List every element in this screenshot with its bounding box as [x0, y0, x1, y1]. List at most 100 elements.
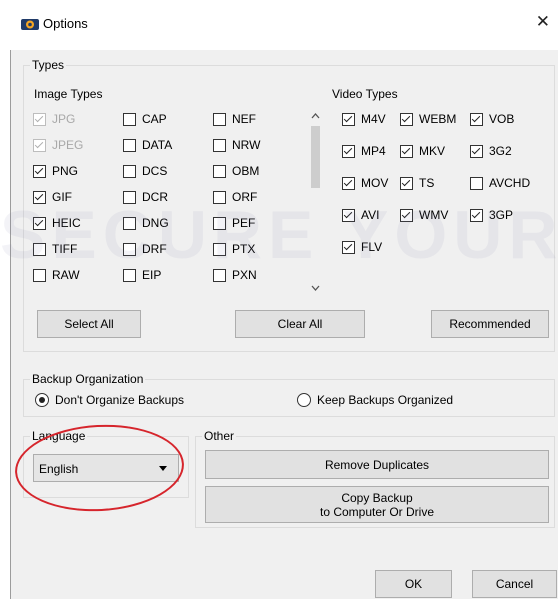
close-icon[interactable]: ✕: [536, 12, 550, 32]
image-type-checkbox[interactable]: PXN: [213, 267, 257, 283]
image-type-label: EIP: [142, 268, 162, 282]
checkbox-empty-icon: [123, 242, 136, 256]
video-type-label: WEBM: [419, 112, 457, 126]
image-type-checkbox: JPEG: [33, 137, 83, 153]
video-type-checkbox[interactable]: MP4: [342, 143, 386, 159]
checkbox-empty-icon: [470, 176, 483, 190]
other-label: Other: [202, 429, 237, 443]
image-type-label: DRF: [142, 242, 167, 256]
image-type-label: ORF: [232, 190, 258, 204]
image-type-checkbox: JPG: [33, 111, 75, 127]
video-type-checkbox[interactable]: AVCHD: [470, 175, 530, 191]
checkbox-empty-icon: [123, 216, 136, 230]
keep-organized-label: Keep Backups Organized: [317, 393, 454, 407]
video-type-label: M4V: [361, 112, 386, 126]
checkbox-empty-icon: [213, 138, 226, 152]
video-type-checkbox[interactable]: WMV: [400, 207, 448, 223]
checkbox-checked-icon: [33, 216, 46, 230]
checkbox-checked-icon: [33, 164, 46, 178]
copy-backup-line2: to Computer Or Drive: [319, 504, 435, 519]
checkbox-checked-icon: [342, 240, 355, 254]
image-types-scrollbar[interactable]: [309, 108, 322, 298]
image-type-checkbox[interactable]: OBM: [213, 163, 259, 179]
image-type-checkbox[interactable]: DATA: [123, 137, 172, 153]
keep-organized-radio[interactable]: Keep Backups Organized: [297, 393, 453, 407]
checkbox-checked-icon: [400, 112, 413, 126]
image-type-label: PNG: [52, 164, 79, 178]
video-type-checkbox[interactable]: MKV: [400, 143, 445, 159]
image-type-checkbox[interactable]: DCS: [123, 163, 167, 179]
checkbox-checked-icon: [33, 138, 46, 152]
dont-organize-radio[interactable]: Don't Organize Backups: [35, 393, 184, 407]
cancel-button[interactable]: Cancel: [472, 570, 557, 598]
video-type-label: 3G2: [489, 144, 512, 158]
scroll-down-icon: [311, 285, 320, 291]
image-type-checkbox[interactable]: PEF: [213, 215, 255, 231]
image-type-checkbox[interactable]: RAW: [33, 267, 80, 283]
checkbox-empty-icon: [123, 164, 136, 178]
image-type-label: OBM: [232, 164, 260, 178]
checkbox-empty-icon: [33, 268, 46, 282]
image-type-checkbox[interactable]: PTX: [213, 241, 255, 257]
image-type-checkbox[interactable]: ORF: [213, 189, 257, 205]
checkbox-checked-icon: [342, 112, 355, 126]
image-type-checkbox[interactable]: DNG: [123, 215, 169, 231]
video-type-checkbox[interactable]: VOB: [470, 111, 514, 127]
checkbox-checked-icon: [33, 112, 46, 126]
image-type-label: JPEG: [52, 138, 84, 152]
checkbox-empty-icon: [213, 112, 226, 126]
select-all-button[interactable]: Select All: [37, 310, 141, 338]
checkbox-empty-icon: [123, 190, 136, 204]
checkbox-empty-icon: [213, 216, 226, 230]
checkbox-checked-icon: [470, 144, 483, 158]
language-dropdown[interactable]: English: [33, 454, 179, 482]
checkbox-checked-icon: [470, 208, 483, 222]
video-type-label: MP4: [361, 144, 386, 158]
checkbox-checked-icon: [33, 190, 46, 204]
chevron-down-icon: [159, 466, 167, 471]
backup-organization-label: Backup Organization: [30, 372, 146, 386]
image-type-checkbox[interactable]: NEF: [213, 111, 256, 127]
image-type-checkbox[interactable]: NRW: [213, 137, 260, 153]
title-bar: Options ✕: [0, 0, 558, 50]
checkbox-empty-icon: [213, 242, 226, 256]
language-value: English: [39, 462, 79, 476]
video-type-checkbox[interactable]: FLV: [342, 239, 382, 255]
scroll-thumb: [311, 126, 320, 188]
image-type-label: PEF: [232, 216, 256, 230]
image-type-checkbox[interactable]: GIF: [33, 189, 72, 205]
remove-duplicates-button[interactable]: Remove Duplicates: [205, 450, 549, 479]
video-type-checkbox[interactable]: MOV: [342, 175, 388, 191]
video-type-checkbox[interactable]: WEBM: [400, 111, 456, 127]
video-type-checkbox[interactable]: TS: [400, 175, 434, 191]
video-type-checkbox[interactable]: 3GP: [470, 207, 513, 223]
clear-all-button[interactable]: Clear All: [235, 310, 365, 338]
video-type-label: AVI: [361, 208, 380, 222]
video-type-checkbox[interactable]: 3G2: [470, 143, 512, 159]
types-group-label: Types: [30, 58, 67, 72]
video-type-label: VOB: [489, 112, 515, 126]
image-types-label: Image Types: [34, 87, 103, 101]
language-label: Language: [30, 429, 88, 443]
image-type-checkbox[interactable]: DRF: [123, 241, 167, 257]
recommended-button[interactable]: Recommended: [431, 310, 549, 338]
video-type-checkbox[interactable]: M4V: [342, 111, 386, 127]
video-type-label: 3GP: [489, 208, 514, 222]
video-type-label: FLV: [361, 240, 383, 254]
image-type-checkbox[interactable]: HEIC: [33, 215, 81, 231]
image-type-checkbox[interactable]: PNG: [33, 163, 78, 179]
app-logo-icon: [21, 19, 39, 30]
image-type-checkbox[interactable]: CAP: [123, 111, 167, 127]
checkbox-empty-icon: [213, 190, 226, 204]
image-type-checkbox[interactable]: EIP: [123, 267, 161, 283]
image-type-label: DATA: [142, 138, 173, 152]
copy-backup-button[interactable]: Copy Backup to Computer Or Drive: [205, 486, 549, 523]
video-type-label: TS: [419, 176, 435, 190]
image-type-label: TIFF: [52, 242, 78, 256]
radio-selected-icon: [35, 393, 49, 407]
video-type-checkbox[interactable]: AVI: [342, 207, 379, 223]
image-type-checkbox[interactable]: TIFF: [33, 241, 77, 257]
ok-button[interactable]: OK: [375, 570, 452, 598]
image-type-label: CAP: [142, 112, 167, 126]
image-type-checkbox[interactable]: DCR: [123, 189, 168, 205]
